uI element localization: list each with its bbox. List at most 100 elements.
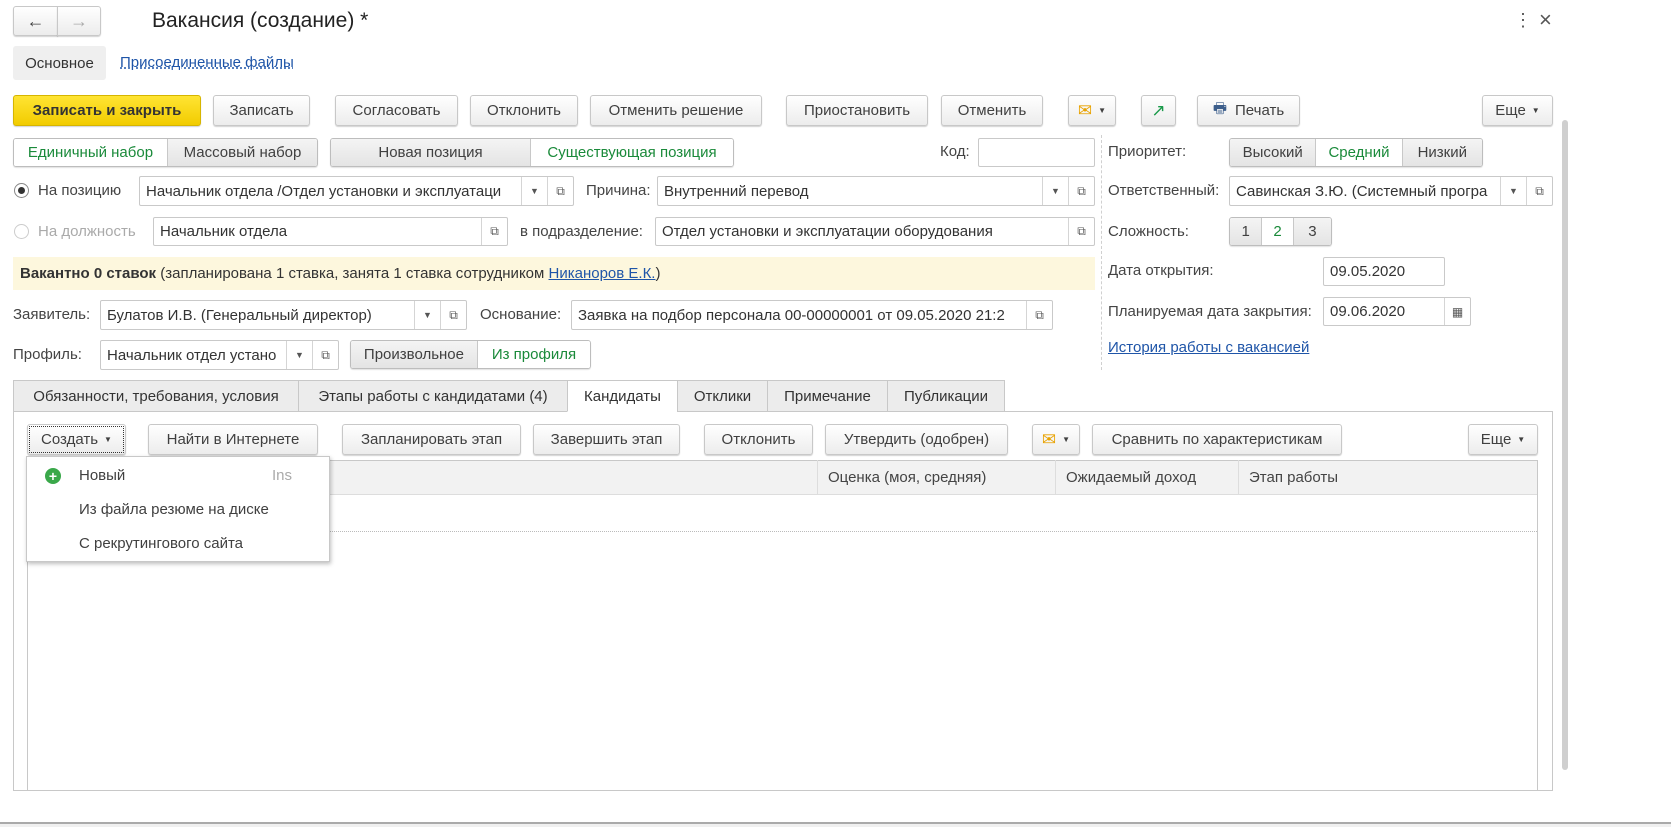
menu-item-from-file[interactable]: Из файла резюме на диске xyxy=(79,501,269,518)
applicant-field[interactable]: Булатов И.В. (Генеральный директор) ▼ ⧉ xyxy=(100,300,467,330)
priority-medium[interactable]: Средний xyxy=(1316,139,1403,166)
basis-value: Заявка на подбор персонала 00-00000001 о… xyxy=(578,306,1005,324)
open-icon[interactable]: ⧉ xyxy=(1526,177,1552,205)
tab-candidates[interactable]: Кандидаты xyxy=(567,380,678,412)
tab-stages[interactable]: Этапы работы с кандидатами (4) xyxy=(298,380,568,412)
dropdown-icon[interactable]: ▼ xyxy=(521,177,547,205)
open-icon[interactable]: ⧉ xyxy=(312,341,338,369)
reject-button[interactable]: Отклонить xyxy=(470,95,578,126)
close-icon[interactable]: × xyxy=(1539,7,1552,33)
priority-low[interactable]: Низкий xyxy=(1402,139,1482,166)
open-icon[interactable]: ⧉ xyxy=(1026,301,1052,329)
open-date-input[interactable]: 09.05.2020 xyxy=(1323,257,1445,286)
cancel-button[interactable]: Отменить xyxy=(941,95,1043,126)
compare-button[interactable]: Сравнить по характеристикам xyxy=(1092,424,1342,455)
nav-main[interactable]: Основное xyxy=(13,46,106,80)
radio-on-job[interactable] xyxy=(14,224,29,239)
complexity-1[interactable]: 1 xyxy=(1230,218,1263,245)
save-button[interactable]: Записать xyxy=(213,95,310,126)
create-button[interactable]: Создать ▼ xyxy=(27,424,126,455)
tab-responses[interactable]: Отклики xyxy=(677,380,768,412)
recruit-single[interactable]: Единичный набор xyxy=(14,139,168,166)
position-type-toggle[interactable]: Новая позиция Существующая позиция xyxy=(330,138,734,167)
vacancy-tail: ) xyxy=(655,265,661,282)
dropdown-icon[interactable]: ▼ xyxy=(1500,177,1526,205)
priority-toggle[interactable]: Высокий Средний Низкий xyxy=(1229,138,1483,167)
recruit-mass[interactable]: Массовый набор xyxy=(167,139,317,166)
close-date-value: 09.06.2020 xyxy=(1330,303,1406,320)
reject-candidate-button[interactable]: Отклонить xyxy=(704,424,813,455)
close-date-label: Планируемая дата закрытия: xyxy=(1108,303,1312,320)
position-new[interactable]: Новая позиция xyxy=(331,139,531,166)
scrollbar[interactable] xyxy=(1562,120,1568,770)
open-icon[interactable]: ⧉ xyxy=(481,218,507,245)
complexity-label: Сложность: xyxy=(1108,223,1189,240)
open-icon[interactable]: ⧉ xyxy=(440,301,466,329)
close-date-input[interactable]: 09.06.2020 ▦ xyxy=(1323,297,1471,326)
finish-stage-button[interactable]: Завершить этап xyxy=(533,424,680,455)
column-header-stage[interactable]: Этап работы xyxy=(1238,460,1537,495)
find-online-button[interactable]: Найти в Интернете xyxy=(148,424,318,455)
plus-circle-icon: + xyxy=(45,468,61,484)
email-button[interactable]: ✉ ▼ xyxy=(1068,95,1116,126)
complexity-3[interactable]: 3 xyxy=(1293,218,1331,245)
profile-arbitrary[interactable]: Произвольное xyxy=(351,341,478,368)
chevron-down-icon: ▼ xyxy=(1517,435,1526,444)
profile-from-profile[interactable]: Из профиля xyxy=(477,341,590,368)
printer-icon: 🖶 xyxy=(1212,100,1228,117)
tab-publications[interactable]: Публикации xyxy=(887,380,1005,412)
candidate-email-button[interactable]: ✉ ▼ xyxy=(1032,424,1080,455)
reason-field[interactable]: Внутренний перевод ▼ ⧉ xyxy=(657,176,1095,206)
open-icon[interactable]: ⧉ xyxy=(1068,177,1094,205)
tab-duties[interactable]: Обязанности, требования, условия xyxy=(13,380,299,412)
open-icon[interactable]: ⧉ xyxy=(1068,218,1094,245)
nav-attached-files[interactable]: Присоединенные файлы xyxy=(120,54,294,71)
tab-notes[interactable]: Примечание xyxy=(767,380,888,412)
menu-item-from-site[interactable]: С рекрутингового сайта xyxy=(79,535,243,552)
profile-mode-toggle[interactable]: Произвольное Из профиля xyxy=(350,340,591,369)
more-label: Еще xyxy=(1495,102,1526,119)
dropdown-icon[interactable]: ▼ xyxy=(414,301,440,329)
menu-item-new[interactable]: Новый xyxy=(79,467,125,484)
more-vertical-icon[interactable]: ⋮ xyxy=(1514,10,1532,31)
print-button[interactable]: 🖶 Печать xyxy=(1197,95,1300,126)
cancel-decision-button[interactable]: Отменить решение xyxy=(590,95,762,126)
save-close-button[interactable]: Записать и закрыть xyxy=(13,95,201,126)
profile-label: Профиль: xyxy=(13,346,82,363)
history-link[interactable]: История работы с вакансией xyxy=(1108,339,1309,356)
recruit-type-toggle[interactable]: Единичный набор Массовый набор xyxy=(13,138,318,167)
basis-field[interactable]: Заявка на подбор персонала 00-00000001 о… xyxy=(571,300,1053,330)
code-input[interactable] xyxy=(978,138,1095,167)
responsible-field[interactable]: Савинская З.Ю. (Системный програ ▼ ⧉ xyxy=(1229,176,1553,206)
profile-field[interactable]: Начальник отдел устано ▼ ⧉ xyxy=(100,340,339,370)
open-external-button[interactable]: ↗ xyxy=(1141,95,1176,126)
plan-stage-button[interactable]: Запланировать этап xyxy=(342,424,521,455)
menu-shortcut-ins: Ins xyxy=(272,467,293,484)
open-icon[interactable]: ⧉ xyxy=(547,177,573,205)
forward-button[interactable]: → xyxy=(57,6,101,36)
approve-candidate-button[interactable]: Утвердить (одобрен) xyxy=(825,424,1008,455)
candidate-more-button[interactable]: Еще ▼ xyxy=(1468,424,1538,455)
complexity-2[interactable]: 2 xyxy=(1262,218,1294,245)
dropdown-icon[interactable]: ▼ xyxy=(1042,177,1068,205)
priority-high[interactable]: Высокий xyxy=(1230,139,1317,166)
position-existing[interactable]: Существующая позиция xyxy=(531,139,733,166)
complexity-toggle[interactable]: 1 2 3 xyxy=(1229,217,1332,246)
position-field[interactable]: Начальник отдела /Отдел установки и эксп… xyxy=(139,176,574,206)
employee-link[interactable]: Никаноров Е.К. xyxy=(549,265,656,282)
vacancy-info-bar: Вакантно 0 ставок (запланирована 1 ставк… xyxy=(13,257,1095,290)
approve-button[interactable]: Согласовать xyxy=(335,95,458,126)
column-header-rating[interactable]: Оценка (моя, средняя) xyxy=(817,460,1055,495)
on-position-label: На позицию xyxy=(38,182,122,199)
dropdown-icon[interactable]: ▼ xyxy=(286,341,312,369)
job-field[interactable]: Начальник отдела ⧉ xyxy=(153,217,508,246)
more-button[interactable]: Еще ▼ xyxy=(1482,95,1553,126)
suspend-button[interactable]: Приостановить xyxy=(786,95,928,126)
department-field[interactable]: Отдел установки и эксплуатации оборудова… xyxy=(655,217,1095,246)
back-button[interactable]: ← xyxy=(13,6,58,36)
code-label: Код: xyxy=(940,143,970,160)
calendar-icon[interactable]: ▦ xyxy=(1444,298,1470,325)
radio-on-position[interactable] xyxy=(14,183,29,198)
column-header-income[interactable]: Ожидаемый доход xyxy=(1055,460,1238,495)
envelope-icon: ✉ xyxy=(1041,429,1057,449)
